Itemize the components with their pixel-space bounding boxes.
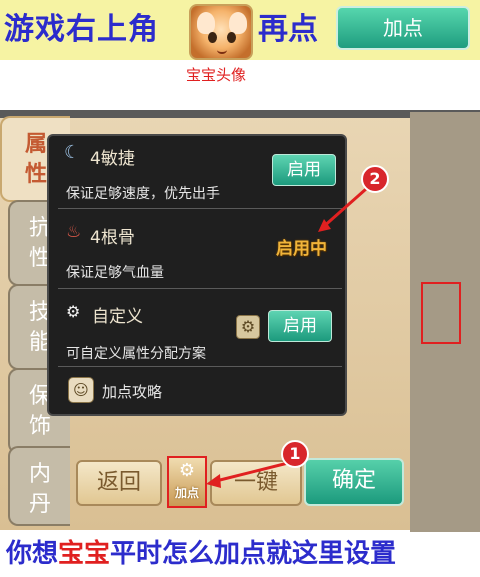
guide-book-icon[interactable]: ☺ — [68, 377, 94, 403]
window-top-bar — [0, 110, 480, 118]
section-divider — [58, 288, 342, 289]
constitution-title: 4根骨 — [90, 228, 135, 248]
confirm-button[interactable]: 确定 — [304, 458, 404, 506]
agility-icon: ☾ — [64, 142, 81, 163]
constitution-status-label: 启用中 — [276, 239, 327, 259]
agility-description: 保证足够速度，优先出手 — [66, 186, 220, 202]
avatar-caption: 宝宝头像 — [186, 66, 247, 84]
skills-tab-highlight — [421, 282, 461, 344]
section-divider — [58, 208, 342, 209]
add-points-button[interactable]: ⚙ 加点 — [167, 456, 207, 508]
custom-gear-icon: ⚙ — [66, 302, 81, 321]
section-divider — [58, 366, 342, 367]
add-points-label: 加点 — [174, 486, 199, 500]
bottom-instruction: 你想宝宝平时怎么加点就这里设置 — [0, 532, 480, 577]
caption-part-1: 你想 — [6, 539, 59, 569]
tab-inner-dan[interactable]: 内 丹 — [8, 446, 70, 526]
constitution-description: 保证足够气血量 — [66, 265, 164, 281]
custom-description: 可自定义属性分配方案 — [66, 346, 206, 362]
enable-agility-button[interactable]: 启用 — [272, 154, 336, 186]
marker-2: 2 — [361, 165, 389, 193]
back-button[interactable]: 返回 — [76, 460, 162, 506]
marker-1: 1 — [281, 440, 309, 468]
custom-title: 自定义 — [92, 307, 143, 327]
custom-settings-gear-icon[interactable]: ⚙ — [236, 315, 260, 339]
banner-title-right: 再点 — [258, 12, 318, 47]
caption-highlight: 宝宝 — [58, 539, 111, 569]
pet-avatar[interactable] — [189, 4, 253, 60]
enable-custom-button[interactable]: 启用 — [268, 310, 332, 342]
constitution-icon: ♨ — [66, 222, 82, 242]
avatar-ear-icon — [197, 12, 215, 34]
guide-link[interactable]: 加点攻略 — [102, 381, 162, 402]
agility-title: 4敏捷 — [90, 149, 135, 169]
banner-add-points-button[interactable]: 加点 — [336, 6, 470, 50]
add-points-gear-icon: ⚙ — [178, 460, 196, 481]
avatar-mouth-icon — [217, 46, 227, 54]
avatar-ear-icon — [229, 12, 247, 34]
one-key-button[interactable]: 一键 — [210, 460, 302, 506]
caption-part-2: 平时怎么加点就这里设置 — [110, 539, 397, 569]
avatar-eye-icon — [208, 32, 217, 43]
avatar-eye-icon — [227, 32, 236, 43]
banner-title-left: 游戏右上角 — [4, 12, 159, 47]
